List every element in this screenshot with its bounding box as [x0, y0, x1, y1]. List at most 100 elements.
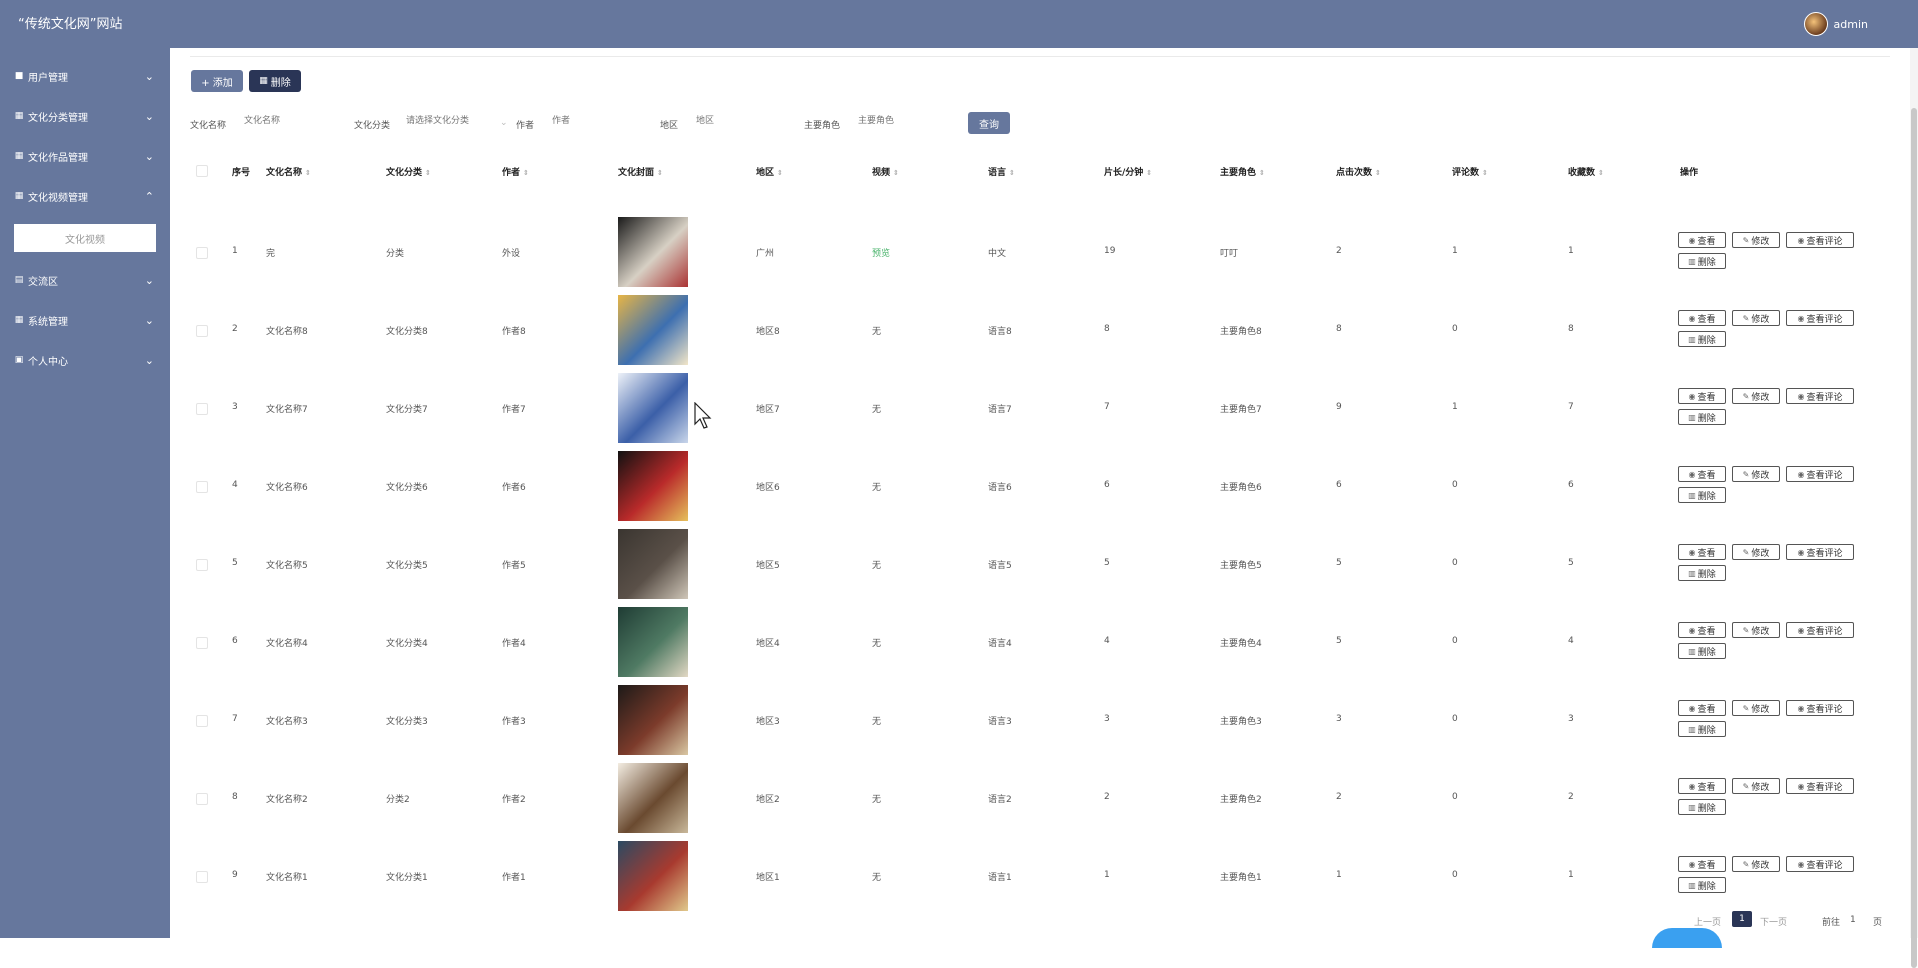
eye-icon: ◉ — [1688, 469, 1696, 479]
row-checkbox[interactable] — [196, 715, 208, 727]
row-delete-button[interactable]: ▥ 删除 — [1678, 799, 1726, 815]
row-checkbox[interactable] — [196, 559, 208, 571]
sidebar-item-culture-works[interactable]: ▦ 文化作品管理 ⌄ — [0, 136, 170, 176]
sidebar-item-users[interactable]: ■ 用户管理 ⌄ — [0, 56, 170, 96]
column-header-comments[interactable]: 评论数 ⇕ — [1452, 165, 1488, 178]
filter-role-input[interactable] — [858, 112, 958, 130]
row-delete-button[interactable]: ▥ 删除 — [1678, 565, 1726, 581]
row-checkbox[interactable] — [196, 793, 208, 805]
row-delete-label: 删除 — [1697, 413, 1716, 424]
cell-favorites: 7 — [1568, 402, 1574, 412]
sidebar-item-profile[interactable]: ▣ 个人中心 ⌄ — [0, 340, 170, 380]
filter-role-label: 主要角色 — [804, 121, 841, 131]
filter-region-input[interactable] — [696, 112, 796, 130]
edit-button[interactable]: ✎ 修改 — [1732, 856, 1780, 872]
row-delete-button[interactable]: ▥ 删除 — [1678, 487, 1726, 503]
view-comments-button[interactable]: ◉ 查看评论 — [1786, 700, 1854, 716]
cell-author: 作者7 — [502, 405, 526, 415]
view-comments-button[interactable]: ◉ 查看评论 — [1786, 778, 1854, 794]
query-button[interactable]: 查询 — [968, 112, 1010, 134]
edit-button[interactable]: ✎ 修改 — [1732, 232, 1780, 248]
view-comments-button[interactable]: ◉ 查看评论 — [1786, 388, 1854, 404]
row-checkbox[interactable] — [196, 637, 208, 649]
cell-favorites: 8 — [1568, 324, 1574, 334]
sidebar-item-forum[interactable]: ▤ 交流区 ⌄ — [0, 260, 170, 300]
eye-icon: ◉ — [1797, 313, 1805, 323]
cell-name: 完 — [266, 249, 276, 259]
edit-button[interactable]: ✎ 修改 — [1732, 700, 1780, 716]
delete-button-label: 删除 — [270, 77, 291, 89]
filter-category-select[interactable] — [406, 112, 496, 130]
row-checkbox[interactable] — [196, 325, 208, 337]
filter-author-input[interactable] — [552, 112, 652, 130]
edit-button[interactable]: ✎ 修改 — [1732, 778, 1780, 794]
edit-button[interactable]: ✎ 修改 — [1732, 388, 1780, 404]
goto-page-input[interactable]: 1 — [1850, 915, 1856, 925]
view-button[interactable]: ◉ 查看 — [1678, 778, 1726, 794]
edit-button[interactable]: ✎ 修改 — [1732, 544, 1780, 560]
column-header-region[interactable]: 地区 ⇕ — [756, 165, 783, 178]
scrollbar-thumb[interactable] — [1911, 108, 1917, 968]
column-header-video[interactable]: 视频 ⇕ — [872, 165, 899, 178]
avatar[interactable] — [1803, 12, 1828, 36]
column-header-category[interactable]: 文化分类 ⇕ — [386, 165, 431, 178]
row-delete-button[interactable]: ▥ 删除 — [1678, 331, 1726, 347]
view-comments-button[interactable]: ◉ 查看评论 — [1786, 466, 1854, 482]
filter-name-input[interactable] — [244, 112, 344, 130]
edit-button[interactable]: ✎ 修改 — [1732, 466, 1780, 482]
row-checkbox[interactable] — [196, 247, 208, 259]
floating-assistant-icon[interactable] — [1652, 928, 1722, 948]
row-delete-button[interactable]: ▥ 删除 — [1678, 409, 1726, 425]
row-delete-button[interactable]: ▥ 删除 — [1678, 877, 1726, 893]
cell-video: 无 — [872, 483, 882, 493]
view-button[interactable]: ◉ 查看 — [1678, 232, 1726, 248]
view-comments-button[interactable]: ◉ 查看评论 — [1786, 622, 1854, 638]
page-number-current[interactable]: 1 — [1732, 911, 1752, 927]
row-delete-button[interactable]: ▥ 删除 — [1678, 643, 1726, 659]
user-menu[interactable]: admin — [1803, 12, 1868, 36]
cover-image — [618, 295, 688, 365]
cell-region: 广州 — [756, 249, 775, 259]
view-button[interactable]: ◉ 查看 — [1678, 700, 1726, 716]
add-button[interactable]: + 添加 — [191, 70, 243, 92]
column-header-clicks[interactable]: 点击次数 ⇕ — [1336, 165, 1381, 178]
view-button[interactable]: ◉ 查看 — [1678, 310, 1726, 326]
column-header-name[interactable]: 文化名称 ⇕ — [266, 165, 311, 178]
view-comments-button[interactable]: ◉ 查看评论 — [1786, 856, 1854, 872]
delete-button[interactable]: ▦ 删除 — [249, 70, 301, 92]
view-comments-button[interactable]: ◉ 查看评论 — [1786, 544, 1854, 560]
username[interactable]: admin — [1834, 18, 1868, 31]
column-header-role[interactable]: 主要角色 ⇕ — [1220, 165, 1265, 178]
view-comments-button[interactable]: ◉ 查看评论 — [1786, 232, 1854, 248]
edit-button[interactable]: ✎ 修改 — [1732, 310, 1780, 326]
column-header-language[interactable]: 语言 ⇕ — [988, 165, 1015, 178]
sidebar-item-culture-category[interactable]: ▦ 文化分类管理 ⌄ — [0, 96, 170, 136]
prev-page-button[interactable]: 上一页 — [1694, 915, 1721, 928]
view-button[interactable]: ◉ 查看 — [1678, 544, 1726, 560]
scrollbar[interactable] — [1910, 48, 1918, 968]
view-comments-button-label: 查看评论 — [1806, 470, 1843, 481]
view-button[interactable]: ◉ 查看 — [1678, 856, 1726, 872]
row-checkbox[interactable] — [196, 871, 208, 883]
column-header-cover[interactable]: 文化封面 ⇕ — [618, 165, 663, 178]
sidebar-item-culture-video[interactable]: ▦ 文化视频管理 ⌃ — [0, 176, 170, 216]
row-checkbox[interactable] — [196, 403, 208, 415]
next-page-button[interactable]: 下一页 — [1760, 915, 1787, 928]
view-button[interactable]: ◉ 查看 — [1678, 466, 1726, 482]
view-button[interactable]: ◉ 查看 — [1678, 622, 1726, 638]
sidebar-item-system[interactable]: ▦ 系统管理 ⌄ — [0, 300, 170, 340]
column-header-author[interactable]: 作者 ⇕ — [502, 165, 529, 178]
submenu-item-culture-video[interactable]: 文化视频 — [14, 224, 156, 252]
row-delete-button[interactable]: ▥ 删除 — [1678, 721, 1726, 737]
row-checkbox[interactable] — [196, 481, 208, 493]
view-button[interactable]: ◉ 查看 — [1678, 388, 1726, 404]
column-header-duration[interactable]: 片长/分钟 ⇕ — [1104, 165, 1152, 178]
select-all-checkbox[interactable] — [196, 165, 208, 177]
cell-language: 语言4 — [988, 639, 1012, 649]
cell-video[interactable]: 预览 — [872, 246, 890, 259]
column-header-favorites[interactable]: 收藏数 ⇕ — [1568, 165, 1604, 178]
edit-button[interactable]: ✎ 修改 — [1732, 622, 1780, 638]
row-delete-button[interactable]: ▥ 删除 — [1678, 253, 1726, 269]
view-comments-button[interactable]: ◉ 查看评论 — [1786, 310, 1854, 326]
view-button-label: 查看 — [1697, 314, 1716, 325]
